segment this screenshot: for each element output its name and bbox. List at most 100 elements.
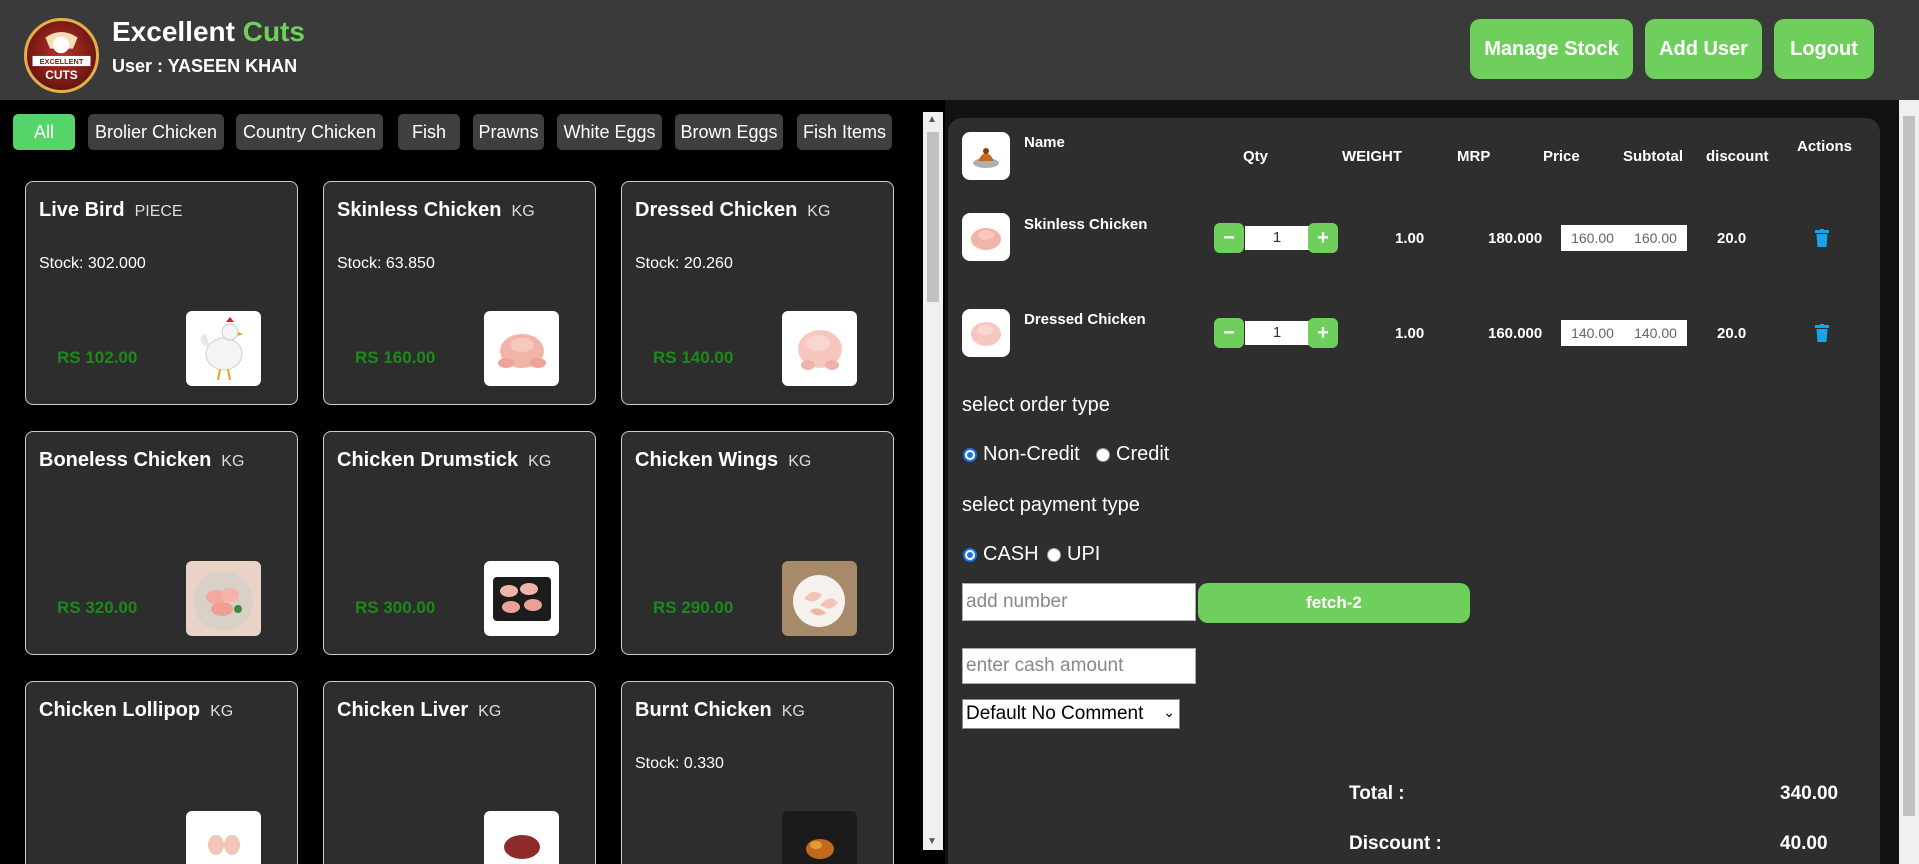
cart-item-weight: 1.00	[1395, 230, 1425, 247]
product-card-chicken-liver[interactable]: Chicken Liver KG	[323, 681, 596, 864]
category-tab-fish[interactable]: Fish	[398, 114, 460, 150]
product-name: Chicken Liver KG	[337, 699, 502, 721]
product-price: RS 140.00	[653, 348, 734, 367]
drumstick-image	[484, 561, 559, 636]
burnt-chicken-image	[782, 811, 857, 864]
cash-amount-input[interactable]: enter cash amount	[962, 648, 1196, 684]
cart-item-price-subtotal[interactable]: 140.00 140.00	[1561, 320, 1687, 346]
product-price: RS 290.00	[653, 598, 734, 617]
product-name: Chicken Wings KG	[635, 449, 812, 471]
delete-trash-icon[interactable]	[1815, 229, 1829, 247]
order-type-noncredit-label[interactable]: Non-Credit	[983, 443, 1080, 466]
payment-type-label: select payment type	[962, 494, 1140, 516]
product-price: RS 300.00	[355, 598, 436, 617]
product-card-chicken-lollipop[interactable]: Chicken Lollipop KG	[25, 681, 298, 864]
category-tab-prawns[interactable]: Prawns	[473, 114, 544, 150]
category-tab-fish-items[interactable]: Fish Items	[797, 114, 892, 150]
column-actions: Actions	[1797, 138, 1853, 155]
comment-selected-value: Default No Comment	[966, 703, 1144, 724]
brand-main: Excellent	[112, 16, 235, 47]
product-card-live-bird[interactable]: Live Bird PIECE Stock: 302.000 RS 102.00	[25, 181, 298, 405]
category-tab-country-chicken[interactable]: Country Chicken	[236, 114, 383, 150]
liver-image	[484, 811, 559, 864]
increase-qty-button[interactable]: +	[1308, 223, 1338, 253]
order-type-label: select order type	[962, 394, 1110, 416]
increase-qty-button[interactable]: +	[1308, 318, 1338, 348]
subtotal-value: 160.00	[1634, 230, 1677, 246]
price-input[interactable]: 160.00	[1561, 230, 1624, 246]
column-weight: WEIGHT	[1342, 148, 1402, 165]
order-type-credit-radio[interactable]	[1096, 448, 1110, 462]
qty-input[interactable]: 1	[1245, 321, 1309, 345]
product-card-chicken-wings[interactable]: Chicken Wings KG RS 290.00	[621, 431, 894, 655]
cart-item-discount: 20.0	[1717, 325, 1747, 342]
phone-number-input[interactable]: add number	[962, 583, 1196, 621]
cart-item-name: Dressed Chicken	[1024, 311, 1146, 328]
payment-cash-radio[interactable]	[963, 548, 977, 562]
cart-item-mrp: 180.000	[1488, 230, 1543, 247]
product-card-burnt-chicken[interactable]: Burnt Chicken KG Stock: 0.330	[621, 681, 894, 864]
payment-upi-label[interactable]: UPI	[1067, 543, 1100, 566]
logout-button[interactable]: Logout	[1774, 19, 1874, 79]
product-stock: Stock: 63.850	[337, 255, 435, 272]
category-tab-all[interactable]: All	[13, 114, 75, 150]
manage-stock-button[interactable]: Manage Stock	[1470, 19, 1633, 79]
cart-item-price-subtotal[interactable]: 160.00 160.00	[1561, 225, 1687, 251]
product-stock: Stock: 0.330	[635, 755, 724, 772]
product-card-boneless-chicken[interactable]: Boneless Chicken KG RS 320.00	[25, 431, 298, 655]
rooster-image	[186, 311, 261, 386]
column-subtotal: Subtotal	[1623, 148, 1683, 165]
cart-item-name: Skinless Chicken	[1024, 216, 1148, 233]
scroll-down-arrow-icon[interactable]: ▼	[927, 836, 937, 847]
price-input[interactable]: 140.00	[1561, 325, 1624, 341]
brand-title: Excellent Cuts	[112, 16, 305, 48]
order-type-credit-label[interactable]: Credit	[1116, 443, 1169, 466]
scrollbar-thumb[interactable]	[1903, 116, 1915, 816]
app-header: EXCELLENT CUTS Excellent Cuts User : YAS…	[0, 0, 1919, 100]
boneless-chicken-image	[186, 561, 261, 636]
column-discount: discount	[1706, 148, 1769, 165]
order-type-noncredit-radio[interactable]	[963, 448, 977, 462]
column-price: Price	[1543, 148, 1580, 165]
scroll-up-arrow-icon[interactable]: ▲	[927, 114, 937, 125]
decrease-qty-button[interactable]: −	[1214, 223, 1244, 253]
category-tab-brown-eggs[interactable]: Brown Eggs	[675, 114, 783, 150]
scrollbar-thumb[interactable]	[927, 132, 939, 302]
product-card-dressed-chicken[interactable]: Dressed Chicken KG Stock: 20.260 RS 140.0…	[621, 181, 894, 405]
comment-select[interactable]: Default No Comment ⌄	[962, 699, 1180, 729]
category-tab-brolier-chicken[interactable]: Brolier Chicken	[88, 114, 224, 150]
brand-accent: Cuts	[242, 16, 305, 47]
product-name: Live Bird PIECE	[39, 199, 183, 221]
column-qty: Qty	[1243, 148, 1269, 165]
cart-item-image	[962, 213, 1010, 261]
column-name: Name	[1024, 134, 1065, 151]
product-card-chicken-drumstick[interactable]: Chicken Drumstick KG RS 300.00	[323, 431, 596, 655]
page-scrollbar[interactable]	[1899, 100, 1919, 864]
add-user-button[interactable]: Add User	[1645, 19, 1762, 79]
wings-image	[782, 561, 857, 636]
product-name: Chicken Lollipop KG	[39, 699, 234, 721]
discount-value: 40.00	[1780, 833, 1828, 854]
cart-item-mrp: 160.000	[1488, 325, 1543, 342]
qty-input[interactable]: 1	[1245, 226, 1309, 250]
product-name: Dressed Chicken KG	[635, 199, 831, 221]
cart-item-weight: 1.00	[1395, 325, 1425, 342]
logo-text-top: EXCELLENT	[40, 57, 84, 66]
fetch-button[interactable]: fetch-2	[1198, 583, 1470, 623]
product-price: RS 160.00	[355, 348, 436, 367]
skinless-chicken-image	[484, 311, 559, 386]
product-name: Chicken Drumstick KG	[337, 449, 552, 471]
payment-cash-label[interactable]: CASH	[983, 543, 1039, 566]
category-tab-white-eggs[interactable]: White Eggs	[557, 114, 662, 150]
delete-trash-icon[interactable]	[1815, 324, 1829, 342]
current-user: User : YASEEN KHAN	[112, 56, 298, 76]
payment-upi-radio[interactable]	[1047, 548, 1061, 562]
column-mrp: MRP	[1457, 148, 1491, 165]
product-list-scrollbar[interactable]: ▲ ▼	[923, 112, 943, 850]
product-card-skinless-chicken[interactable]: Skinless Chicken KG Stock: 63.850 RS 160.…	[323, 181, 596, 405]
chevron-down-icon: ⌄	[1163, 704, 1175, 720]
decrease-qty-button[interactable]: −	[1214, 318, 1244, 348]
total-value: 340.00	[1780, 783, 1839, 804]
product-name: Burnt Chicken KG	[635, 699, 805, 721]
lollipop-image	[186, 811, 261, 864]
